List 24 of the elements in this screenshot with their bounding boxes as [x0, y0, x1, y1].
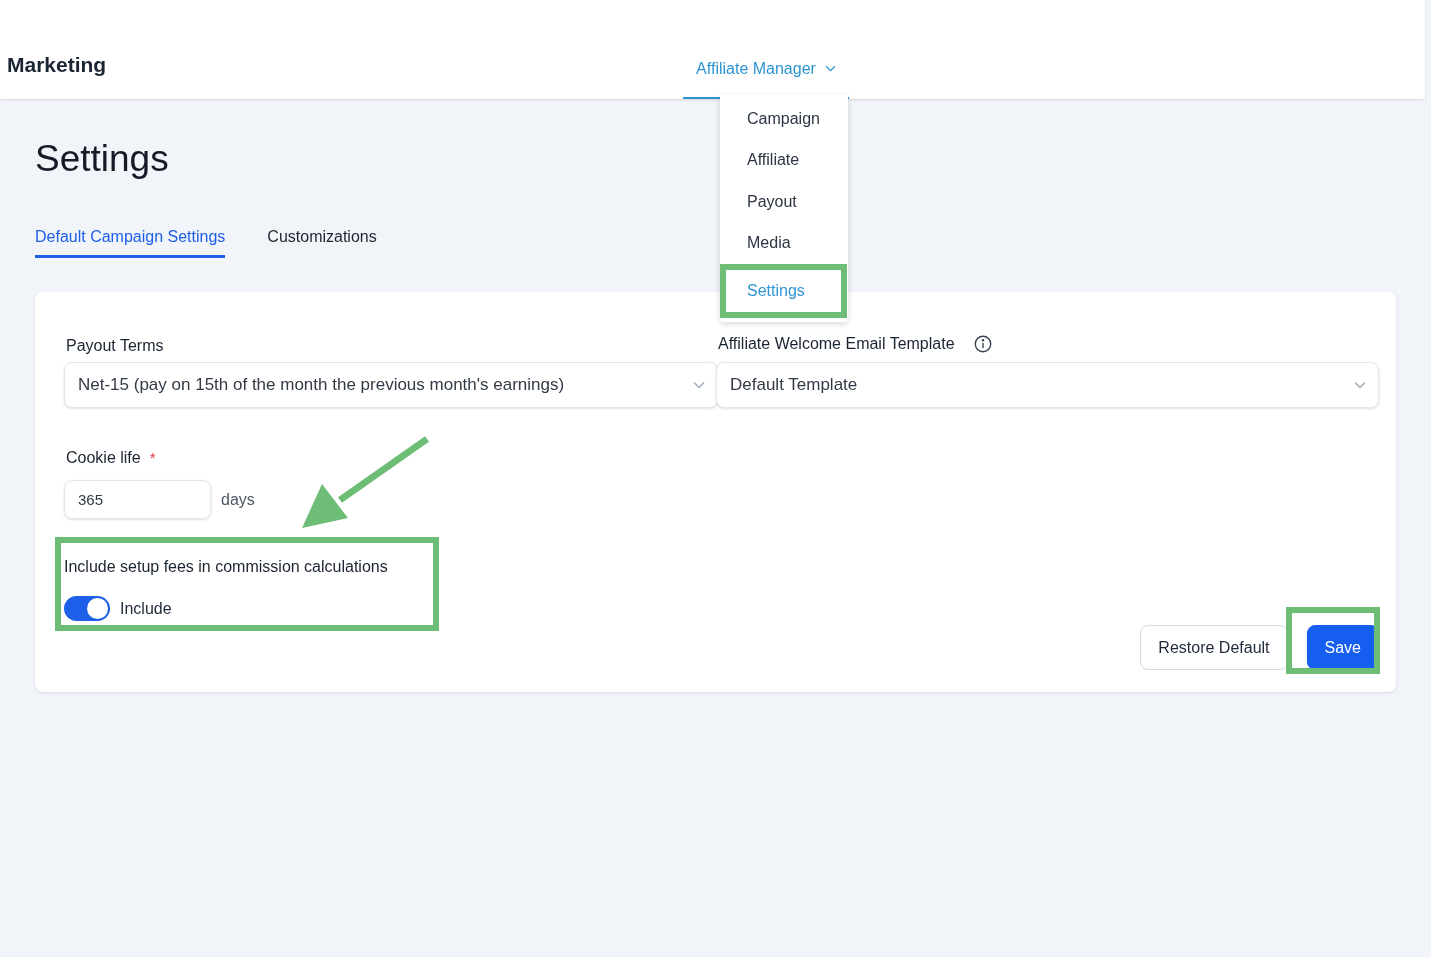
field-label: Affiliate Welcome Email Template — [718, 334, 955, 354]
field-label: Include setup fees in commission calculations — [64, 557, 388, 577]
page-title: Settings — [35, 137, 169, 181]
menu-item[interactable]: Affiliate — [720, 139, 848, 181]
tab[interactable]: Customizations — [267, 225, 377, 258]
menu-item[interactable]: Media — [720, 222, 848, 264]
chevron-down-icon — [824, 65, 836, 72]
unit-label: days — [221, 489, 255, 510]
info-icon[interactable] — [973, 335, 992, 353]
field-label: Cookie life — [66, 448, 141, 468]
toggle-label: Include — [120, 598, 172, 619]
tab[interactable]: Default Campaign Settings — [35, 225, 226, 258]
chevron-down-icon — [693, 381, 705, 389]
restore-button[interactable]: Restore Default — [1140, 625, 1288, 670]
menu-item[interactable]: Campaign — [720, 98, 848, 140]
app-title: Marketing — [7, 52, 107, 76]
toggle-switch[interactable] — [64, 596, 110, 621]
select-field[interactable]: Net-15 (pay on 15th of the month the previous month's earnings) — [64, 362, 718, 408]
select-field[interactable]: Default Template — [716, 362, 1379, 408]
menu-item[interactable]: Payout — [720, 181, 848, 223]
chevron-down-icon — [1354, 381, 1366, 389]
cookie-life-field[interactable]: 365 — [64, 480, 211, 519]
required-mark: * — [149, 447, 156, 468]
field-label: Payout Terms — [66, 336, 165, 354]
